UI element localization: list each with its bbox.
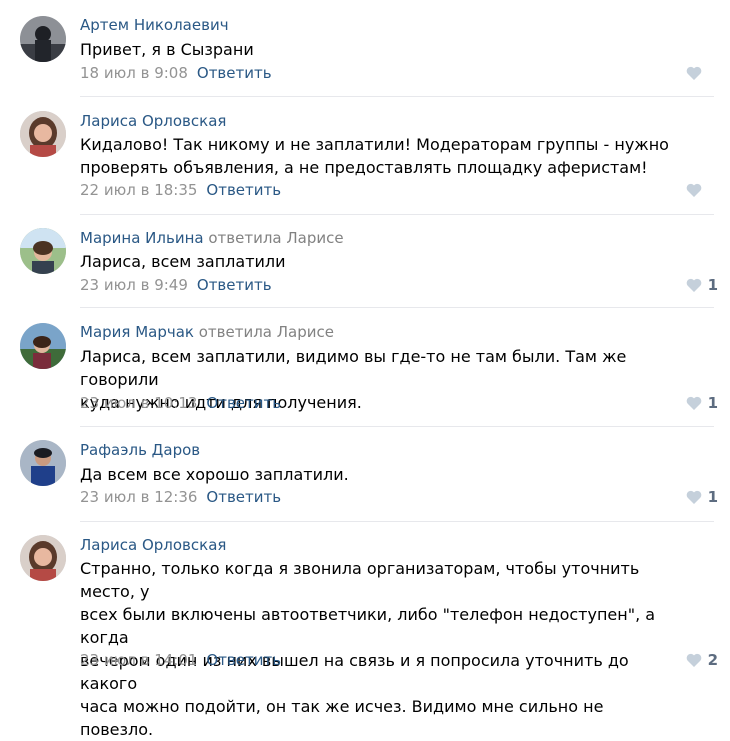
comment-meta: 22 июл в 18:35 Ответить <box>80 180 281 200</box>
heart-icon <box>686 653 701 667</box>
comment-date[interactable]: 23 июл в 9:49 <box>80 276 188 294</box>
comment-meta: 23 июл в 9:49 Ответить <box>80 275 272 295</box>
reply-button[interactable]: Ответить <box>206 651 281 669</box>
comment-meta: 23 июл в 12:36 Ответить <box>80 487 281 507</box>
comment-item: Лариса Орловская Странно, только когда я… <box>0 521 730 739</box>
like-button[interactable]: 1 <box>686 487 718 507</box>
avatar[interactable] <box>20 111 66 157</box>
like-button[interactable]: 2 <box>686 650 718 670</box>
like-count: 1 <box>707 488 718 506</box>
comment-text-line: часа можно подойти, он так же исчез. Вид… <box>80 697 604 739</box>
comment-text-line: всех были включены автоответчики, либо "… <box>80 605 656 647</box>
comment-date[interactable]: 23 июл в 12:36 <box>80 488 197 506</box>
reply-to-label[interactable]: ответила Ларисе <box>208 229 343 247</box>
comment-text-line: Странно, только когда я звонила организа… <box>80 559 640 601</box>
comment-text-line: Кидалово! Так никому и не заплатили! Мод… <box>80 135 669 154</box>
like-button[interactable]: 1 <box>686 393 718 413</box>
reply-button[interactable]: Ответить <box>197 276 272 294</box>
comment-meta: 23 июл в 14:01 Ответить <box>80 650 281 670</box>
like-button[interactable]: 1 <box>686 275 718 295</box>
reply-button[interactable]: Ответить <box>206 488 281 506</box>
comment-item: Марина Ильина ответила Ларисе Лариса, вс… <box>0 214 730 308</box>
author-name[interactable]: Мария Марчак <box>80 323 194 341</box>
heart-icon <box>686 278 701 292</box>
comment-date[interactable]: 22 июл в 18:35 <box>80 181 197 199</box>
comment-item: Рафаэль Даров Да всем все хорошо заплати… <box>0 426 730 522</box>
heart-icon <box>686 490 701 504</box>
like-button[interactable] <box>686 63 702 83</box>
comment-text: Странно, только когда я звонила организа… <box>80 557 680 741</box>
reply-button[interactable]: Ответить <box>197 64 272 82</box>
comment-header: Артем Николаевич <box>80 15 229 35</box>
reply-button[interactable]: Ответить <box>206 181 281 199</box>
comment-header: Лариса Орловская <box>80 535 226 555</box>
author-name[interactable]: Лариса Орловская <box>80 536 226 554</box>
avatar[interactable] <box>20 535 66 581</box>
heart-icon <box>686 183 702 197</box>
comment-text-line: Да всем все хорошо заплатили. <box>80 465 349 484</box>
avatar[interactable] <box>20 228 66 274</box>
comment-text-line: проверять объявления, а не предоставлять… <box>80 158 648 177</box>
comment-header: Рафаэль Даров <box>80 440 200 460</box>
like-button[interactable] <box>686 180 702 200</box>
heart-icon <box>686 396 701 410</box>
author-name[interactable]: Рафаэль Даров <box>80 441 200 459</box>
comment-date[interactable]: 18 июл в 9:08 <box>80 64 188 82</box>
comment-text: Привет, я в Сызрани <box>80 38 680 61</box>
reply-button[interactable]: Ответить <box>206 394 281 412</box>
avatar[interactable] <box>20 16 66 62</box>
comment-meta: 18 июл в 9:08 Ответить <box>80 63 272 83</box>
comment-text: Лариса, всем заплатили <box>80 250 680 273</box>
comment-item: Мария Марчак ответила Ларисе Лариса, все… <box>0 307 730 427</box>
author-name[interactable]: Марина Ильина <box>80 229 204 247</box>
comments-feed: Артем Николаевич Привет, я в Сызрани 18 … <box>0 0 730 739</box>
reply-to-label[interactable]: ответила Ларисе <box>199 323 334 341</box>
comment-text-line: Лариса, всем заплатили, видимо вы где-то… <box>80 347 627 389</box>
comment-text-line: Привет, я в Сызрани <box>80 40 254 59</box>
comment-date[interactable]: 23 июл в 14:01 <box>80 651 197 669</box>
comment-text: Да всем все хорошо заплатили. <box>80 463 680 486</box>
author-name[interactable]: Артем Николаевич <box>80 16 229 34</box>
like-count: 1 <box>707 276 718 294</box>
comment-text-line: Лариса, всем заплатили <box>80 252 286 271</box>
comment-text: Кидалово! Так никому и не заплатили! Мод… <box>80 133 680 179</box>
comment-item: Лариса Орловская Кидалово! Так никому и … <box>0 97 730 215</box>
comment-header: Лариса Орловская <box>80 111 226 131</box>
avatar[interactable] <box>20 440 66 486</box>
comment-header: Мария Марчак ответила Ларисе <box>80 322 334 342</box>
author-name[interactable]: Лариса Орловская <box>80 112 226 130</box>
heart-icon <box>686 66 702 80</box>
comment-date[interactable]: 23 июл в 10:13 <box>80 394 197 412</box>
comment-item: Артем Николаевич Привет, я в Сызрани 18 … <box>0 0 730 97</box>
like-count: 2 <box>707 651 718 669</box>
like-count: 1 <box>707 394 718 412</box>
comment-header: Марина Ильина ответила Ларисе <box>80 228 344 248</box>
comment-meta: 23 июл в 10:13 Ответить <box>80 393 281 413</box>
avatar[interactable] <box>20 323 66 369</box>
